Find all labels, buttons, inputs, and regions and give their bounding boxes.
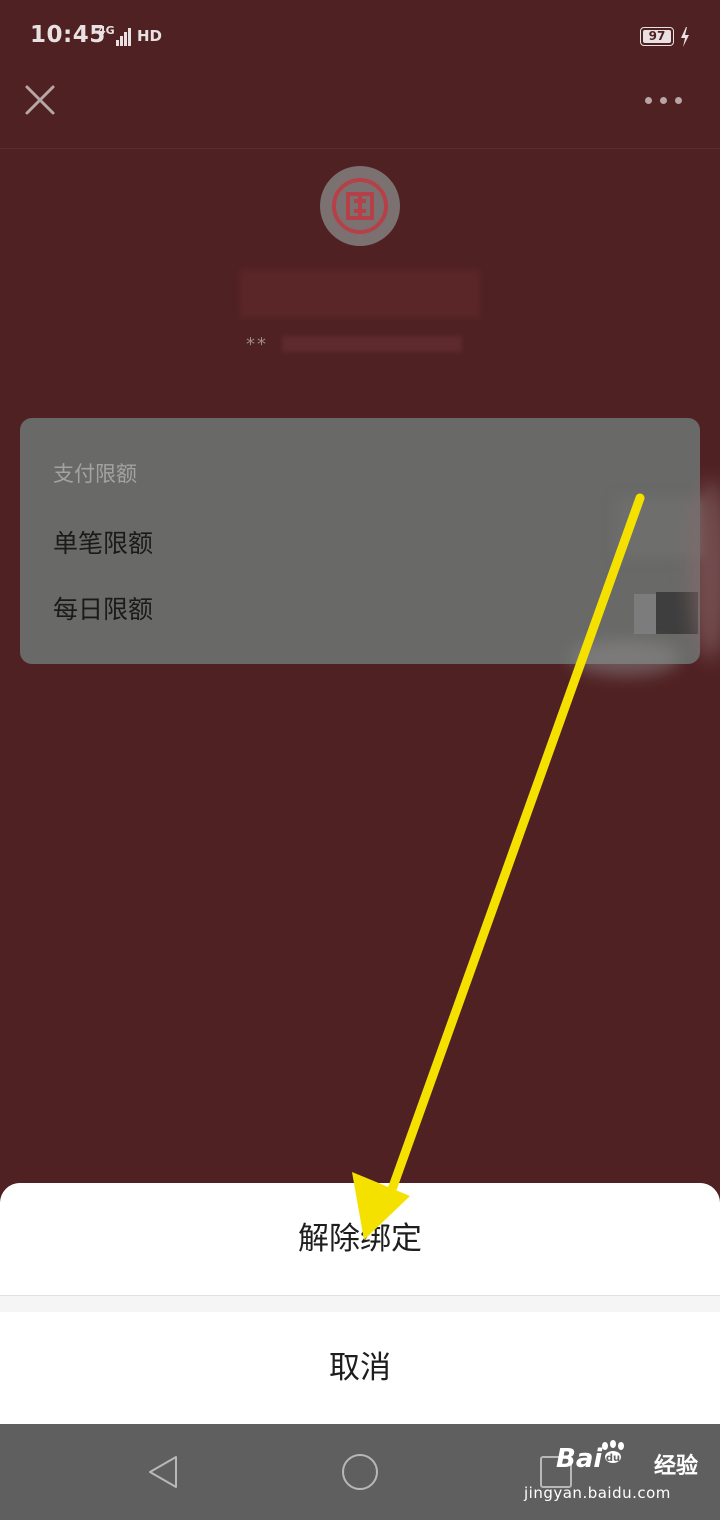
watermark-url: jingyan.baidu.com bbox=[524, 1484, 671, 1502]
limit-section-title: 支付限额 bbox=[53, 462, 137, 486]
icbc-logo-icon bbox=[332, 178, 388, 234]
single-limit-label: 单笔限额 bbox=[53, 529, 154, 558]
charging-icon bbox=[681, 27, 689, 47]
svg-text:du: du bbox=[606, 1453, 620, 1464]
status-bar: 10:45 4G HD 97 bbox=[0, 0, 720, 76]
daily-limit-label: 每日限额 bbox=[53, 595, 154, 624]
action-sheet: 解除绑定 取消 bbox=[0, 1183, 720, 1424]
unbind-button[interactable]: 解除绑定 bbox=[0, 1183, 720, 1295]
hd-badge: HD bbox=[137, 27, 163, 45]
baidu-watermark: Bai du 经验 jingyan.baidu.com bbox=[524, 1440, 706, 1504]
watermark-brand-cn: 经验 bbox=[654, 1454, 699, 1479]
payment-limit-card: 支付限额 单笔限额 每日限额 bbox=[20, 418, 700, 664]
card-number: ** bbox=[246, 334, 268, 355]
home-circle-icon[interactable] bbox=[342, 1454, 378, 1490]
signal-icon bbox=[116, 26, 132, 46]
bank-logo bbox=[320, 166, 400, 246]
back-triangle-icon[interactable] bbox=[146, 1454, 182, 1490]
cancel-button[interactable]: 取消 bbox=[0, 1312, 720, 1424]
sheet-divider bbox=[0, 1295, 720, 1296]
single-limit-value-blurred bbox=[616, 498, 700, 558]
network-type: 4G bbox=[98, 24, 115, 37]
daily-limit-value-blurred bbox=[634, 594, 656, 634]
close-icon[interactable] bbox=[22, 82, 58, 118]
card-number-blurred bbox=[282, 336, 462, 352]
blur-smudge bbox=[570, 640, 680, 676]
header-divider bbox=[0, 148, 720, 149]
battery-level: 97 bbox=[648, 29, 666, 43]
more-icon[interactable] bbox=[642, 92, 686, 110]
status-time: 10:45 bbox=[30, 22, 106, 48]
battery-icon: 97 bbox=[640, 27, 674, 46]
watermark-brand: Bai bbox=[556, 1444, 603, 1474]
bank-name-blurred bbox=[240, 270, 480, 318]
paw-icon: du bbox=[602, 1440, 624, 1464]
